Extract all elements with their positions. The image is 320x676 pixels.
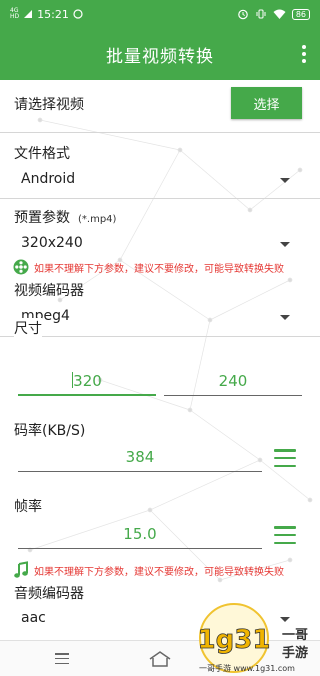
- app-title: 批量视频转换: [106, 46, 214, 67]
- overflow-menu-icon[interactable]: [300, 42, 308, 66]
- status-bar: 4G HD 15:21 86: [0, 0, 320, 28]
- watermark-brand-bottom: 手游: [282, 646, 309, 661]
- watermark-brand-top: 一哥: [282, 628, 309, 643]
- width-input[interactable]: 320: [18, 368, 156, 396]
- film-reel-icon: [13, 259, 29, 275]
- audio-warning-text: 如果不理解下方参数，建议不要修改，可能导致转换失败: [34, 566, 284, 578]
- nav-home-icon[interactable]: [148, 650, 172, 668]
- watermark-logo-text: 1g31: [198, 625, 271, 655]
- message-icon: [73, 9, 83, 19]
- signal-icon: [24, 10, 33, 18]
- background-network-pattern: [27, 117, 313, 583]
- bitrate-list-icon[interactable]: [274, 449, 296, 467]
- file-format-dropdown[interactable]: Android: [10, 165, 306, 195]
- framerate-value: 15.0: [123, 525, 157, 543]
- height-value: 240: [218, 372, 248, 390]
- audio-warning: 如果不理解下方参数，建议不要修改，可能导致转换失败: [12, 561, 284, 579]
- dropdown-arrow-icon: [280, 242, 290, 247]
- divider: [0, 198, 320, 199]
- video-codec-label: 视频编码器: [14, 283, 84, 299]
- preset-label: 预置参数: [14, 210, 70, 226]
- audio-codec-value: aac: [21, 610, 46, 626]
- bitrate-input[interactable]: 384: [18, 444, 262, 472]
- select-video-button[interactable]: 选择: [231, 87, 302, 119]
- battery-level: 86: [291, 8, 310, 20]
- audio-codec-label: 音频编码器: [14, 586, 84, 602]
- bitrate-label: 码率(KB/S): [14, 423, 86, 439]
- divider: [0, 336, 320, 337]
- status-time: 15:21: [37, 7, 69, 21]
- bitrate-value: 384: [125, 448, 155, 466]
- vibrate-icon: [256, 9, 266, 19]
- preset-hint: (*.mp4): [78, 214, 117, 225]
- file-format-label: 文件格式: [14, 146, 70, 162]
- file-format-value: Android: [21, 171, 76, 187]
- preset-value: 320x240: [21, 235, 83, 251]
- framerate-input[interactable]: 15.0: [18, 521, 262, 549]
- height-input[interactable]: 240: [164, 368, 302, 396]
- divider: [0, 132, 320, 133]
- network-indicator: 4G HD: [10, 8, 19, 20]
- music-note-icon: [14, 561, 28, 578]
- nav-menu-icon[interactable]: [55, 653, 69, 664]
- video-warning-text: 如果不理解下方参数，建议不要修改，可能导致转换失败: [34, 263, 284, 275]
- video-warning: 如果不理解下方参数，建议不要修改，可能导致转换失败: [12, 258, 284, 276]
- site-watermark: 1g31 一哥 手游 一哥手游 www.1g31.com: [196, 600, 320, 676]
- select-video-label: 请选择视频: [14, 97, 84, 113]
- dropdown-arrow-icon: [280, 315, 290, 320]
- watermark-url: 一哥手游 www.1g31.com: [199, 664, 295, 673]
- framerate-list-icon[interactable]: [274, 526, 296, 544]
- signal-label: HD: [10, 13, 20, 20]
- dropdown-arrow-icon: [280, 178, 290, 183]
- width-value: 320: [73, 372, 102, 390]
- alarm-icon: [238, 9, 248, 20]
- preset-label-row: 预置参数 (*.mp4): [14, 207, 116, 227]
- wifi-icon: [273, 9, 286, 19]
- size-label: 尺寸: [14, 318, 42, 338]
- framerate-label: 帧率: [14, 499, 42, 515]
- preset-dropdown[interactable]: 320x240: [10, 229, 306, 259]
- app-bar: 批量视频转换: [0, 28, 320, 80]
- video-codec-dropdown[interactable]: mpeg4: [10, 302, 306, 332]
